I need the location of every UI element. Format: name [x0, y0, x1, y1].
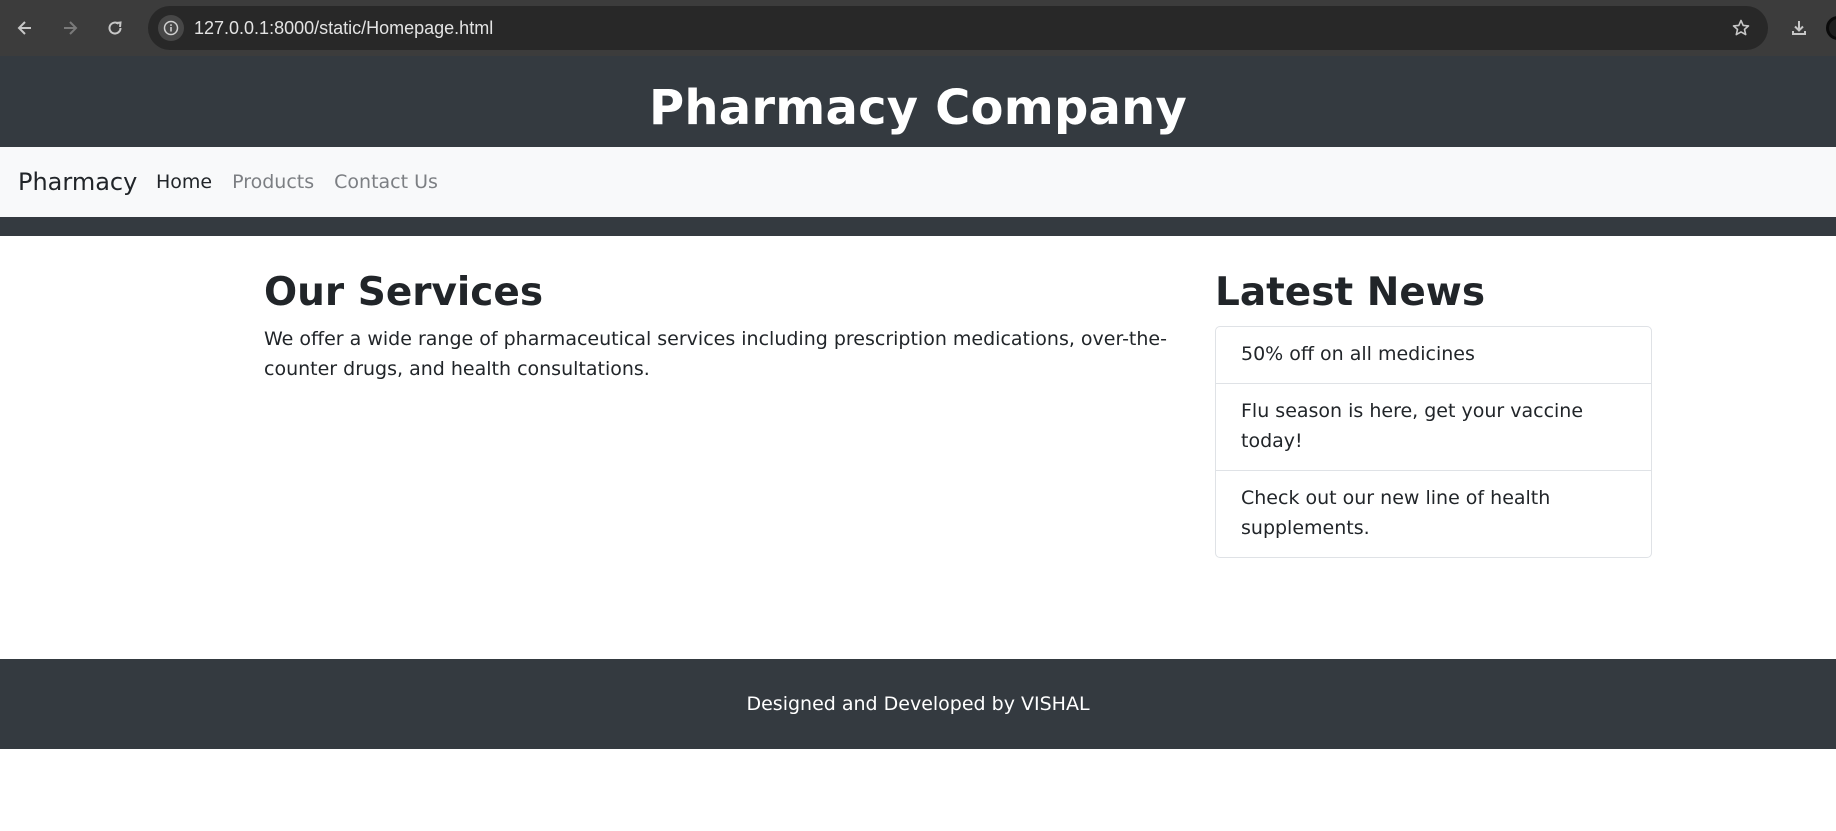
reload-button[interactable] — [100, 13, 130, 43]
navbar-brand[interactable]: Pharmacy — [18, 147, 137, 217]
news-list: 50% off on all medicines Flu season is h… — [1215, 326, 1652, 558]
news-item: 50% off on all medicines — [1241, 343, 1475, 365]
forward-arrow-icon — [64, 21, 78, 35]
site-info-button[interactable] — [158, 15, 184, 41]
back-arrow-icon — [17, 21, 31, 35]
nav-link-home[interactable]: Home — [156, 147, 212, 217]
footer-credit: Designed and Developed by VISHAL — [746, 693, 1090, 715]
reload-icon — [108, 21, 122, 35]
forward-button[interactable] — [55, 13, 85, 43]
bookmark-button[interactable] — [1728, 15, 1754, 41]
services-section: Our Services We offer a wide range of ph… — [264, 266, 1184, 384]
nav-link-contact-us[interactable]: Contact Us — [334, 147, 438, 217]
star-icon — [1732, 19, 1750, 36]
services-heading: Our Services — [264, 270, 544, 315]
news-section: Latest News 50% off on all medicines Flu… — [1215, 266, 1652, 558]
nav-link-products[interactable]: Products — [232, 147, 314, 217]
profile-avatar[interactable] — [1826, 16, 1836, 40]
back-button[interactable] — [10, 13, 40, 43]
info-icon — [163, 20, 179, 36]
browser-toolbar: 127.0.0.1:8000/static/Homepage.html — [0, 0, 1836, 56]
news-item: Check out our new line of health supplem… — [1216, 470, 1651, 557]
download-button[interactable] — [1784, 13, 1814, 43]
site-title: Pharmacy Company — [649, 79, 1187, 136]
site-footer: Designed and Developed by VISHAL — [0, 659, 1836, 749]
download-icon — [1792, 21, 1806, 35]
news-item: Flu season is here, get your vaccine tod… — [1216, 383, 1651, 470]
navbar: Pharmacy Home Products Contact Us — [0, 147, 1836, 217]
url-text[interactable]: 127.0.0.1:8000/static/Homepage.html — [194, 6, 493, 50]
header-divider — [0, 217, 1836, 236]
services-description: We offer a wide range of pharmaceutical … — [264, 328, 1167, 380]
nav-links: Home Products Contact Us — [156, 147, 458, 217]
news-heading: Latest News — [1215, 270, 1486, 315]
address-bar[interactable]: 127.0.0.1:8000/static/Homepage.html — [148, 6, 1768, 50]
site-header: Pharmacy Company — [0, 56, 1836, 147]
